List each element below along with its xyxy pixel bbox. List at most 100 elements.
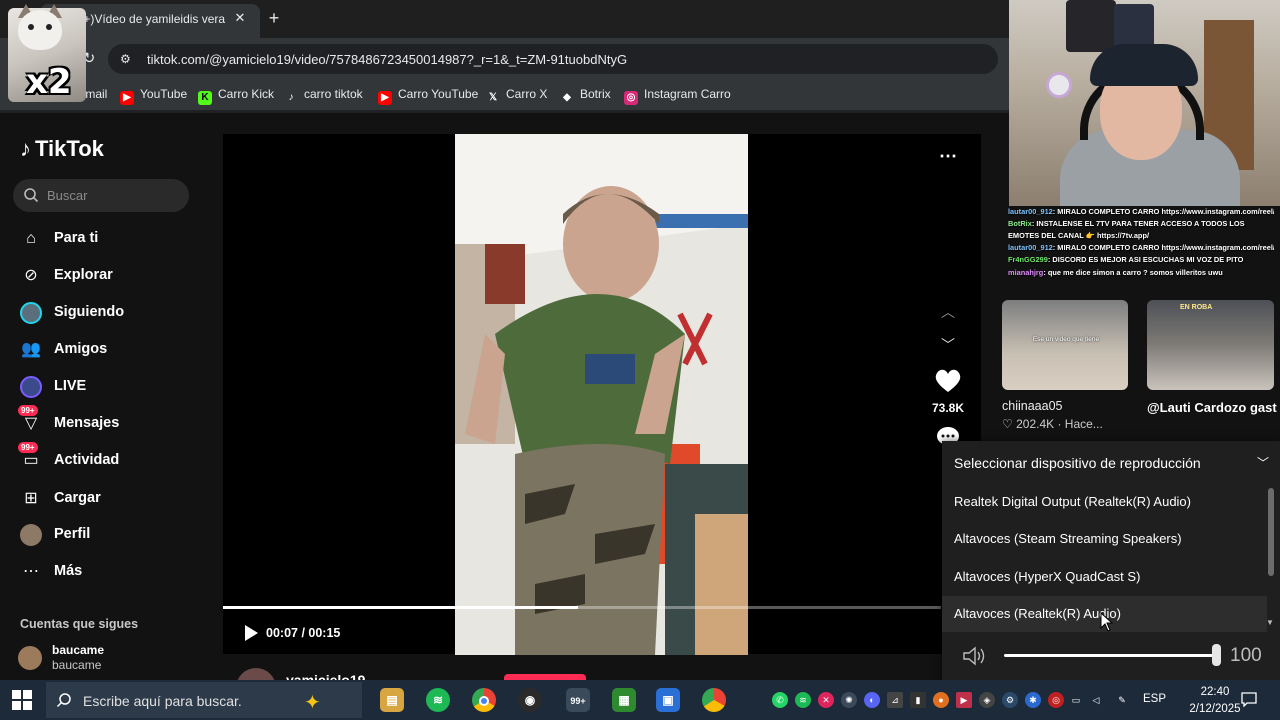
video-progress-fill (223, 606, 579, 609)
suggested-video-thumbnail[interactable] (1002, 300, 1128, 390)
audio-device-item[interactable]: Realtek Digital Output (Realtek(R) Audio… (942, 484, 1267, 520)
app-tray-icon[interactable]: ⊿ (887, 692, 903, 708)
volume-slider-thumb[interactable] (1212, 644, 1221, 666)
profile-avatar-icon (20, 524, 42, 546)
compass-icon: ⊘ (24, 267, 38, 284)
nav-live[interactable]: LIVE (20, 374, 200, 402)
suggested-title[interactable]: @Lauti Cardozo gasta 1.970 dólares... (1147, 398, 1277, 417)
speaker-icon[interactable] (962, 645, 988, 667)
nav-siguiendo[interactable]: Siguiendo (20, 300, 200, 328)
nav-mensajes[interactable]: ▽ 99+ Mensajes (18, 405, 200, 439)
epic-icon[interactable]: ▮ (910, 692, 926, 708)
chat-message: mianahjrg: que me dice simon a carro ? s… (1008, 267, 1274, 279)
file-explorer-icon[interactable]: ▤ (380, 688, 404, 712)
windows-start-icon[interactable] (12, 690, 32, 710)
chat-username: Fr4nGG299 (1008, 255, 1048, 265)
chat-text: : que me dice simon a carro ? somos vill… (1043, 267, 1223, 277)
more-options-icon[interactable]: ⋯ (937, 146, 959, 166)
nav-cargar[interactable]: ⊞ Cargar (20, 486, 200, 514)
webcam-background-shirt (1066, 0, 1116, 52)
like-count: 73.8K (931, 401, 965, 415)
video-frame[interactable] (455, 134, 748, 655)
nav-actividad[interactable]: ▭ 99+ Actividad (18, 442, 200, 476)
bookmark-instagram-carro[interactable]: ◎ Instagram Carro (624, 86, 731, 105)
clock-date[interactable]: 2/12/2025 (1186, 703, 1244, 715)
nav-mas[interactable]: ⋯ Más (20, 559, 200, 587)
bookmark-botrix[interactable]: ◆ Botrix (560, 86, 611, 103)
suggested-author[interactable]: chiinaaa05 (1002, 399, 1062, 413)
steam-icon[interactable]: 99+ (566, 688, 590, 712)
steam-tray-icon[interactable]: ⚙ (1002, 692, 1018, 708)
nav-amigos[interactable]: 👥 Amigos (20, 337, 200, 365)
nav-label: Siguiendo (54, 304, 125, 320)
spotify-tray-icon[interactable]: ≋ (795, 692, 811, 708)
audio-device-item[interactable]: Altavoces (HyperX QuadCast S) (942, 559, 1267, 595)
chevron-up-icon[interactable]: ︿ (938, 302, 958, 320)
discord-icon[interactable]: ◐ (864, 692, 880, 708)
webcam-cap (1090, 44, 1198, 86)
nav-label: Amigos (54, 341, 108, 357)
bluetooth-icon[interactable]: ✱ (1025, 692, 1041, 708)
avatar[interactable] (18, 646, 42, 670)
audio-device-item[interactable]: Altavoces (Steam Streaming Speakers) (942, 521, 1267, 557)
nav-para-ti[interactable]: ⌂ Para ti (20, 226, 200, 254)
video-content-image (455, 134, 748, 655)
orange-tray-icon[interactable]: ● (933, 692, 949, 708)
nav-label: Para ti (54, 230, 99, 246)
bookmark-carro-kick[interactable]: K Carro Kick (198, 86, 274, 105)
volume-slider-track[interactable] (1004, 654, 1216, 657)
antivirus-icon[interactable]: ◎ (1048, 692, 1064, 708)
microsoft-store-icon[interactable]: ▣ (656, 688, 680, 712)
whatsapp-icon[interactable]: ✆ (772, 692, 788, 708)
language-indicator[interactable]: ESP (1143, 693, 1166, 705)
thumbnail-caption: EN ROBA (1180, 304, 1213, 311)
bookmark-carro-tiktok[interactable]: ♪ carro tiktok (284, 86, 363, 103)
play-icon[interactable] (242, 624, 260, 642)
notification-icon[interactable] (1241, 691, 1257, 707)
flyout-scrollbar[interactable] (1268, 488, 1274, 576)
bookmark-carro-x[interactable]: 𝕏 Carro X (486, 86, 548, 103)
heart-icon[interactable] (934, 368, 962, 394)
bookmark-label: Carro X (506, 87, 548, 101)
chat-username: mianahjrg (1008, 267, 1044, 277)
taskbar-search-placeholder: Escribe aquí para buscar. (83, 693, 242, 709)
url-text[interactable]: tiktok.com/@yamicielo19/video/7578486723… (147, 52, 627, 67)
network-icon[interactable]: ▭ (1068, 692, 1084, 708)
obs-icon[interactable]: ◉ (518, 688, 542, 712)
nav-label: Más (54, 563, 83, 579)
nav-label: Perfil (54, 526, 91, 542)
chrome-icon[interactable] (472, 688, 496, 712)
bookmark-label: Carro YouTube (398, 87, 479, 101)
minecraft-icon[interactable]: ▦ (612, 688, 636, 712)
site-info-icon[interactable]: ⚙ (120, 51, 136, 67)
chat-username: lautar00_912 (1008, 243, 1053, 253)
chevron-down-icon[interactable]: ﹀ (1256, 454, 1270, 470)
bookmark-carro-youtube[interactable]: ▶ Carro YouTube (378, 86, 479, 105)
bookmark-youtube[interactable]: ▶ YouTube (120, 86, 187, 105)
pen-icon[interactable]: ✎ (1114, 692, 1130, 708)
nav-perfil[interactable]: Perfil (20, 522, 200, 550)
scroll-down-icon[interactable]: ▼ (1266, 618, 1276, 628)
spotify-icon[interactable]: ≋ (426, 688, 450, 712)
volume-tray-icon[interactable]: ◁ (1088, 692, 1104, 708)
chat-username: lautar00_912 (1008, 207, 1053, 216)
chrome-profile-icon[interactable] (702, 688, 726, 712)
suggested-video-thumbnail[interactable] (1147, 300, 1274, 390)
tab-close-icon[interactable]: ✕ (232, 8, 248, 28)
device-label: Altavoces (HyperX QuadCast S) (954, 569, 1141, 584)
x-icon: 𝕏 (488, 92, 498, 103)
search-input[interactable] (13, 179, 189, 212)
clock-time[interactable]: 22:40 (1186, 686, 1244, 698)
device-label: Altavoces (Steam Streaming Speakers) (954, 531, 1182, 546)
nav-explorar[interactable]: ⊘ Explorar (20, 263, 200, 291)
following-name[interactable]: baucame (52, 643, 104, 657)
record-tray-icon[interactable]: ✕ (818, 692, 834, 708)
sparkle-icon[interactable]: ✦ (304, 690, 321, 715)
shield-tray-icon[interactable]: ◈ (979, 692, 995, 708)
chatgpt-icon[interactable]: ✺ (841, 692, 857, 708)
tiktok-logo[interactable]: ♪ TikTok (20, 136, 104, 162)
red-tray-icon[interactable]: ▶ (956, 692, 972, 708)
new-tab-button[interactable]: + (264, 8, 284, 28)
chevron-down-icon[interactable]: ﹀ (938, 335, 958, 353)
nav-label: Actividad (54, 452, 120, 468)
